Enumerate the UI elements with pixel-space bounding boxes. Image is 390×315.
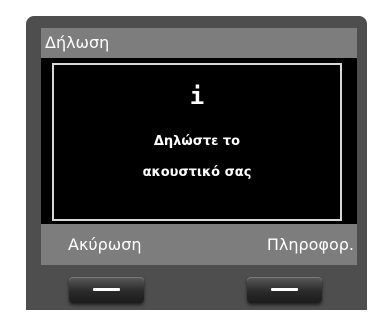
- dialog-message-line-1: Δηλώστε το: [153, 134, 241, 149]
- display-screen: Δήλωση i Δηλώστε το ακουστικό σας Ακύρωσ…: [41, 28, 357, 265]
- left-softkey-button[interactable]: [69, 277, 144, 303]
- handset-device: Δήλωση i Δηλώστε το ακουστικό σας Ακύρωσ…: [0, 0, 390, 315]
- info-dialog: i Δηλώστε το ακουστικό σας: [52, 63, 342, 221]
- softkey-bar: Ακύρωση Πληροφορ.: [41, 224, 357, 265]
- softkey-left-label[interactable]: Ακύρωση: [68, 235, 141, 255]
- minus-icon: [93, 288, 120, 291]
- dialog-message-line-2: ακουστικό σας: [142, 165, 252, 180]
- minus-icon: [271, 288, 298, 291]
- info-icon: i: [189, 82, 205, 110]
- right-softkey-button[interactable]: [247, 277, 322, 303]
- title-bar: Δήλωση: [41, 28, 357, 58]
- page-title: Δήλωση: [45, 33, 110, 52]
- softkey-right-label[interactable]: Πληροφορ.: [267, 235, 354, 255]
